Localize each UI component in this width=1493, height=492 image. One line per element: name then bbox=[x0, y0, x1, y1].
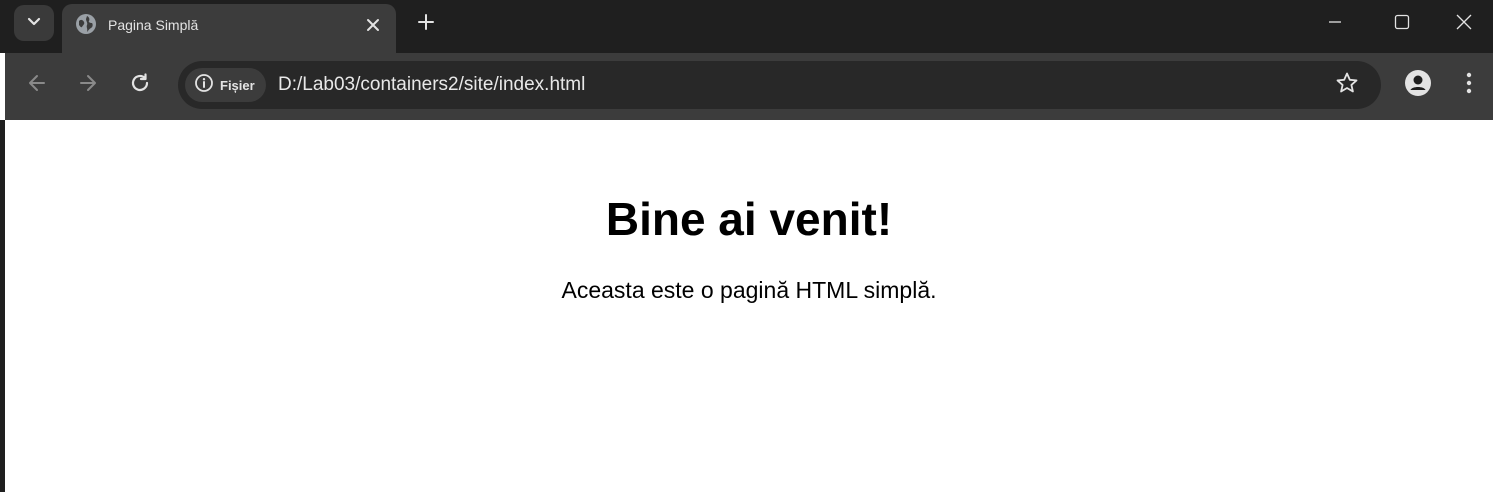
close-window-button[interactable] bbox=[1435, 0, 1493, 48]
close-icon bbox=[1456, 14, 1472, 35]
plus-icon bbox=[417, 13, 435, 36]
page-content: Bine ai venit! Aceasta este o pagină HTM… bbox=[5, 120, 1493, 492]
url-text[interactable]: D:/Lab03/containers2/site/index.html bbox=[278, 74, 585, 96]
new-tab-button[interactable] bbox=[410, 8, 442, 40]
address-bar[interactable]: Fișier D:/Lab03/containers2/site/index.h… bbox=[178, 61, 1381, 109]
profile-button[interactable] bbox=[1402, 69, 1434, 101]
reload-button[interactable] bbox=[122, 67, 158, 103]
reload-icon bbox=[129, 72, 151, 99]
arrow-left-icon bbox=[27, 73, 47, 98]
maximize-button[interactable] bbox=[1369, 0, 1435, 48]
bookmark-button[interactable] bbox=[1333, 71, 1361, 99]
page-paragraph: Aceasta este o pagină HTML simplă. bbox=[561, 277, 937, 303]
tab-strip: Pagina Simplă bbox=[0, 0, 1493, 53]
arrow-right-icon bbox=[78, 73, 98, 98]
menu-button[interactable] bbox=[1455, 69, 1483, 101]
site-info-chip[interactable]: Fișier bbox=[185, 68, 266, 102]
tab-close-button[interactable] bbox=[360, 12, 386, 38]
globe-icon bbox=[75, 13, 97, 35]
tab-search-button[interactable] bbox=[14, 5, 54, 41]
minimize-icon bbox=[1328, 15, 1342, 34]
info-icon bbox=[194, 73, 214, 98]
site-info-label: Fișier bbox=[220, 77, 255, 93]
maximize-icon bbox=[1394, 14, 1410, 35]
person-icon bbox=[1404, 69, 1432, 102]
chevron-down-icon bbox=[27, 14, 41, 32]
close-icon bbox=[367, 19, 379, 31]
tab-active[interactable]: Pagina Simplă bbox=[62, 4, 396, 53]
toolbar: Fișier D:/Lab03/containers2/site/index.h… bbox=[5, 53, 1493, 120]
minimize-button[interactable] bbox=[1302, 0, 1368, 48]
page-heading: Bine ai venit! bbox=[605, 193, 893, 245]
tab-title: Pagina Simplă bbox=[108, 17, 199, 33]
star-icon bbox=[1335, 71, 1359, 100]
back-button[interactable] bbox=[19, 67, 55, 103]
forward-button[interactable] bbox=[70, 67, 106, 103]
kebab-menu-icon bbox=[1466, 72, 1472, 99]
browser-window: Pagina Simplă Fișier D:/Lab03/containers… bbox=[0, 0, 1493, 492]
